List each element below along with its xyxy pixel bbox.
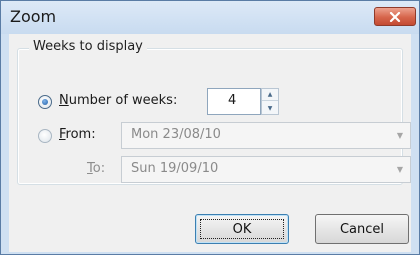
number-of-weeks-label-text: umber of weeks:: [68, 93, 178, 108]
number-of-weeks-label[interactable]: Number of weeks:: [59, 93, 177, 108]
cancel-button-label: Cancel: [339, 221, 385, 237]
from-date-combo[interactable]: Mon 23/08/10 ▼: [121, 122, 411, 149]
dialog-title: Zoom: [10, 7, 57, 26]
to-label-text: o:: [92, 161, 106, 176]
title-bar: Zoom: [1, 1, 419, 34]
chevron-down-icon: ▼: [267, 104, 273, 112]
chevron-up-icon: ▲: [267, 91, 273, 98]
to-dropdown-arrow-icon[interactable]: ▼: [390, 157, 410, 182]
to-date-combo[interactable]: Sun 19/09/10 ▼: [121, 156, 411, 183]
spin-up-button[interactable]: ▲: [262, 89, 278, 101]
cancel-button[interactable]: Cancel: [315, 214, 409, 244]
to-label: To:: [87, 161, 105, 176]
ok-button[interactable]: OK: [195, 214, 289, 244]
group-legend: Weeks to display: [29, 39, 147, 54]
close-button[interactable]: [374, 7, 416, 26]
number-of-weeks-radio[interactable]: [38, 95, 52, 109]
from-radio[interactable]: [38, 129, 52, 143]
from-date-value: Mon 23/08/10: [131, 127, 221, 142]
from-label[interactable]: From:: [59, 127, 96, 142]
close-x-icon: [389, 11, 401, 22]
weeks-spinner[interactable]: ▲ ▼: [261, 88, 279, 115]
number-of-weeks-mnemonic: N: [59, 93, 69, 108]
from-dropdown-arrow-icon[interactable]: ▼: [390, 123, 410, 148]
spin-down-button[interactable]: ▼: [262, 102, 278, 114]
weeks-count-input[interactable]: 4: [207, 88, 261, 115]
to-date-value: Sun 19/09/10: [131, 161, 219, 176]
zoom-dialog: Zoom Weeks to display Number of weeks: 4…: [0, 0, 420, 255]
from-label-text: rom:: [65, 127, 96, 142]
focus-rectangle: [200, 219, 284, 239]
